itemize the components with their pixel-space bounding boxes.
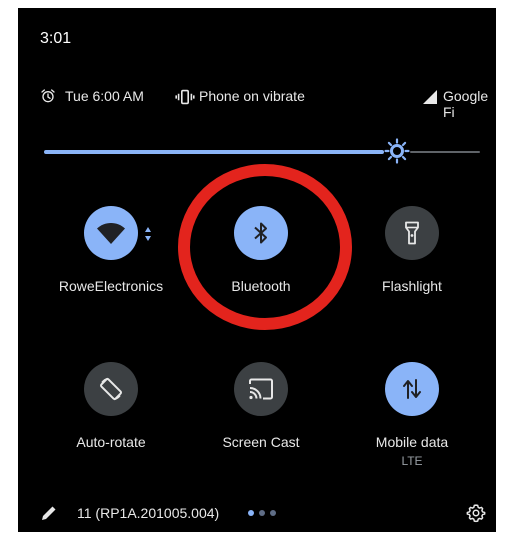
bluetooth-icon bbox=[254, 222, 267, 244]
header-status-row: Tue 6:00 AM Phone on vibrate Google Fi bbox=[38, 88, 488, 120]
page-dot bbox=[270, 510, 276, 516]
tile-mobile-data[interactable]: Mobile data LTE bbox=[337, 362, 487, 472]
pencil-edit-icon[interactable] bbox=[40, 504, 58, 522]
page-dot bbox=[248, 510, 254, 516]
tile-mobile-data-sublabel: LTE bbox=[401, 454, 423, 468]
auto-rotate-icon bbox=[100, 377, 122, 401]
mobile-data-icon bbox=[403, 379, 421, 399]
tile-mobile-data-label: Mobile data bbox=[375, 434, 449, 450]
tile-auto-rotate-label: Auto-rotate bbox=[76, 434, 146, 450]
brightness-slider-rest bbox=[410, 151, 480, 153]
tile-flashlight[interactable]: Flashlight bbox=[337, 206, 487, 316]
vibrate-icon bbox=[175, 89, 195, 105]
tile-wifi-toggle[interactable] bbox=[84, 206, 138, 260]
brightness-slider[interactable] bbox=[44, 138, 480, 164]
page-dot bbox=[259, 510, 265, 516]
brightness-slider-fill bbox=[44, 150, 384, 154]
gear-icon[interactable] bbox=[466, 503, 486, 523]
build-number[interactable]: 11 (RP1A.201005.004) bbox=[77, 505, 219, 521]
tile-auto-rotate[interactable]: Auto-rotate bbox=[36, 362, 186, 472]
quick-settings-footer: 11 (RP1A.201005.004) bbox=[18, 498, 496, 528]
tile-bluetooth[interactable]: Bluetooth bbox=[186, 206, 336, 316]
quick-settings-panel: 3:01 Tue 6:00 AM Phone on vibrate Google… bbox=[18, 8, 496, 532]
alarm-time-text[interactable]: Tue 6:00 AM bbox=[65, 88, 144, 104]
brightness-sun-icon[interactable] bbox=[384, 138, 410, 164]
cell-signal-icon bbox=[423, 90, 437, 104]
status-time: 3:01 bbox=[40, 30, 72, 47]
carrier-name: Google Fi bbox=[443, 88, 489, 120]
tile-screen-cast-toggle[interactable] bbox=[234, 362, 288, 416]
tile-screen-cast-label: Screen Cast bbox=[222, 434, 300, 450]
tile-flashlight-toggle[interactable] bbox=[385, 206, 439, 260]
tile-wifi-label: RoweElectronics bbox=[58, 278, 164, 294]
tile-bluetooth-toggle[interactable] bbox=[234, 206, 288, 260]
wifi-expand-icon[interactable] bbox=[144, 226, 152, 242]
cast-icon bbox=[249, 378, 273, 400]
tile-auto-rotate-toggle[interactable] bbox=[84, 362, 138, 416]
ringer-mode-text: Phone on vibrate bbox=[199, 88, 305, 104]
tile-wifi[interactable]: RoweElectronics bbox=[36, 206, 186, 316]
wifi-icon bbox=[97, 223, 125, 244]
tile-flashlight-label: Flashlight bbox=[382, 278, 442, 294]
tile-mobile-data-toggle[interactable] bbox=[385, 362, 439, 416]
tile-screen-cast[interactable]: Screen Cast bbox=[186, 362, 336, 472]
flashlight-icon bbox=[405, 221, 419, 245]
tile-bluetooth-label: Bluetooth bbox=[231, 278, 291, 294]
alarm-clock-icon[interactable] bbox=[40, 88, 56, 104]
